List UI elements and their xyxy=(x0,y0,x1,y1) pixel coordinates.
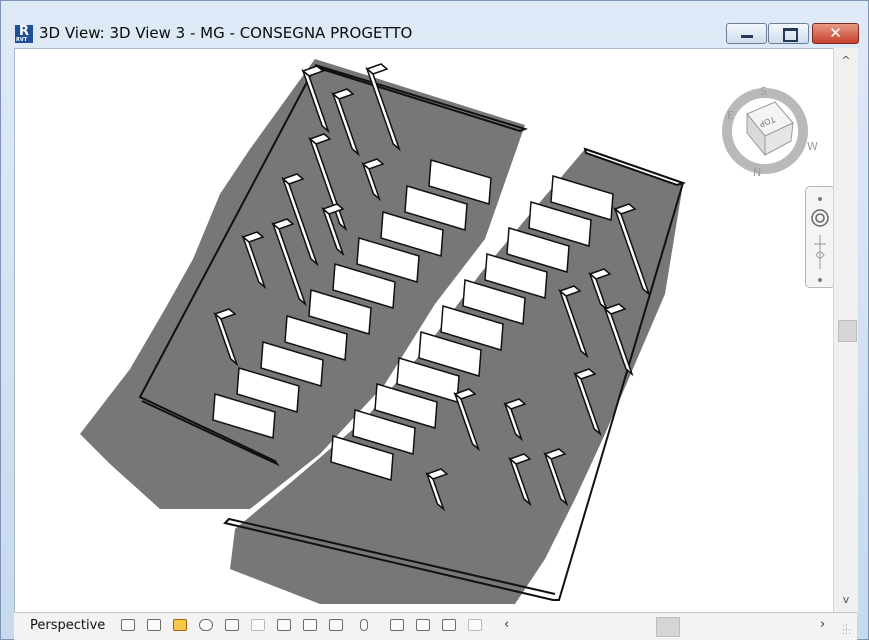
model-scene[interactable] xyxy=(15,49,833,613)
app-icon-sublabel: RVT xyxy=(16,37,28,43)
maximize-icon xyxy=(783,28,798,42)
close-icon: ✕ xyxy=(829,24,842,42)
scroll-down-arrow-icon[interactable]: v xyxy=(834,593,858,606)
reveal-hidden-icon[interactable] xyxy=(360,619,368,631)
title-bar[interactable]: R RVT 3D View: 3D View 3 - MG - CONSEGNA… xyxy=(1,1,868,45)
temporary-view-properties-icon[interactable] xyxy=(390,619,404,631)
model-viewport[interactable]: TOP S W N E xyxy=(14,48,833,613)
highlight-displacement-icon[interactable] xyxy=(442,619,456,631)
resize-grip-icon[interactable]: ·:::: xyxy=(842,623,852,637)
vertical-scrollbar[interactable]: ^ v xyxy=(833,48,858,612)
compass-e-label: E xyxy=(727,109,734,122)
analytical-model-icon[interactable] xyxy=(416,619,430,631)
revit-app-icon[interactable]: R RVT xyxy=(15,25,33,43)
navigation-wheel-icon xyxy=(811,197,829,282)
scroll-up-arrow-icon[interactable]: ^ xyxy=(834,54,858,67)
detail-level-icon[interactable] xyxy=(121,619,135,631)
show-crop-icon[interactable] xyxy=(277,619,291,631)
maximize-button[interactable] xyxy=(768,23,809,44)
window-title: 3D View: 3D View 3 - MG - CONSEGNA PROGE… xyxy=(39,24,413,42)
crop-view-icon[interactable] xyxy=(251,619,265,631)
constraints-icon[interactable] xyxy=(468,619,482,631)
visual-style-icon[interactable] xyxy=(147,619,161,631)
sun-path-icon[interactable] xyxy=(173,619,187,631)
temporary-hide-icon[interactable] xyxy=(329,619,343,631)
compass-n-label: N xyxy=(753,166,761,179)
minimize-button[interactable] xyxy=(726,23,767,44)
compass-s-label: S xyxy=(760,85,767,98)
show-rendering-icon[interactable] xyxy=(225,619,239,631)
close-button[interactable]: ✕ xyxy=(812,23,859,44)
horizontal-scroll-thumb[interactable] xyxy=(656,617,680,637)
revit-3d-view-window: R RVT 3D View: 3D View 3 - MG - CONSEGNA… xyxy=(0,0,869,640)
viewcube[interactable]: TOP S W N E xyxy=(715,79,825,179)
scroll-left-arrow-icon[interactable]: ‹ xyxy=(504,617,509,632)
unlock-3d-view-icon[interactable] xyxy=(303,619,317,631)
vertical-scroll-thumb[interactable] xyxy=(838,320,857,342)
scroll-right-arrow-icon[interactable]: › xyxy=(820,617,825,632)
view-control-bar: Perspective ‹ › ·:::: xyxy=(14,612,857,640)
minimize-icon xyxy=(741,35,753,38)
shadows-icon[interactable] xyxy=(199,619,213,631)
navigation-bar[interactable] xyxy=(805,186,833,288)
compass-w-label: W xyxy=(807,140,818,153)
view-mode-label: Perspective xyxy=(30,618,106,633)
building-shadows xyxy=(80,59,683,604)
